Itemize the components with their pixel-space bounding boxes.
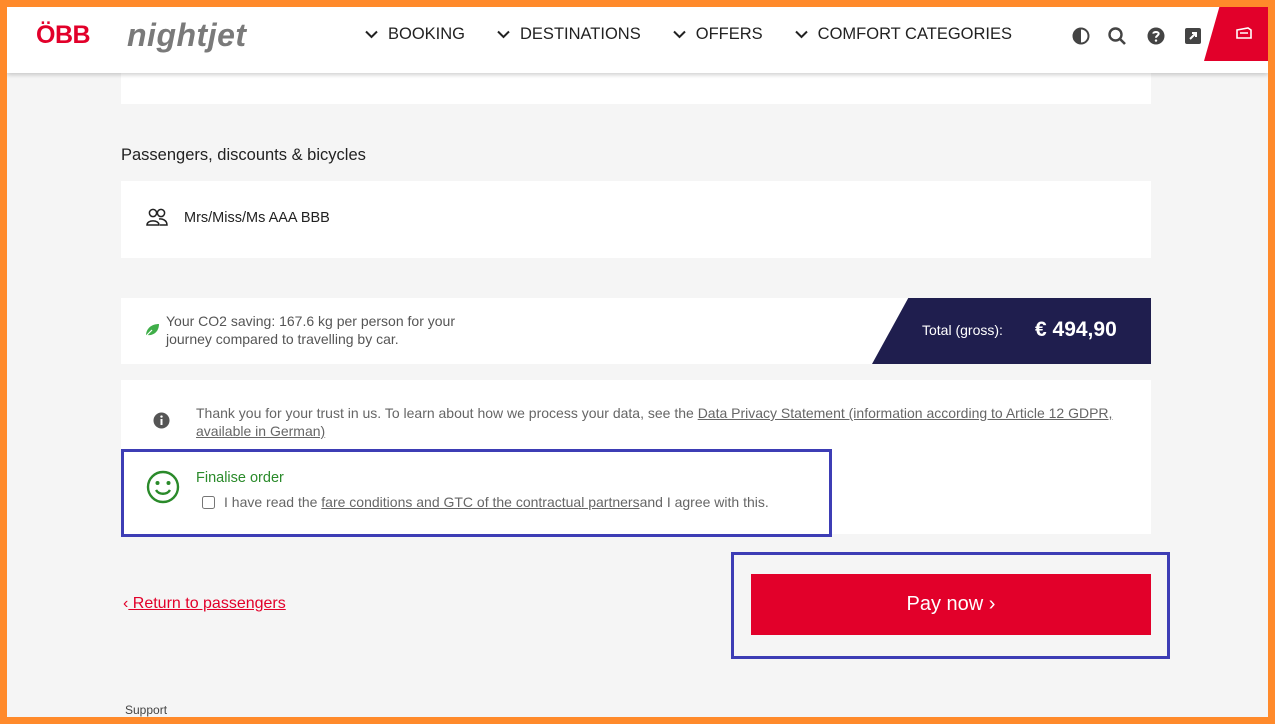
passengers-section-title: Passengers, discounts & bicycles <box>121 146 366 164</box>
passengers-icon <box>146 208 168 231</box>
ticket-tab[interactable] <box>1204 7 1268 61</box>
finalise-order-highlight: Finalise order I have read the fare cond… <box>121 449 832 537</box>
nav-comfort-categories[interactable]: COMFORT CATEGORIES <box>794 25 1013 44</box>
top-header: ÖBB nightjet BOOKING DESTINATIONS OFFERS… <box>7 7 1268 73</box>
smiley-icon <box>146 470 180 509</box>
passenger-name: Mrs/Miss/Ms AAA BBB <box>184 210 330 226</box>
return-to-passengers-link[interactable]: ‹ Return to passengers <box>123 595 286 613</box>
contrast-icon[interactable] <box>1071 26 1093 48</box>
agree-row: I have read the fare conditions and GTC … <box>202 494 769 510</box>
total-box: Total (gross): € 494,90 <box>872 298 1151 364</box>
fare-conditions-link[interactable]: fare conditions and GTC of the contractu… <box>321 494 639 510</box>
nightjet-logo[interactable]: nightjet <box>127 17 247 54</box>
finalise-order-title: Finalise order <box>196 470 284 486</box>
chevron-down-icon <box>365 30 378 39</box>
privacy-text: Thank you for your trust in us. To learn… <box>196 404 1126 440</box>
leaf-icon <box>144 322 160 343</box>
summary-panel: Your CO2 saving: 167.6 kg per person for… <box>121 298 1151 364</box>
external-link-icon[interactable] <box>1183 26 1205 48</box>
previous-panel <box>121 73 1151 104</box>
chevron-down-icon <box>673 30 686 39</box>
nav-offers[interactable]: OFFERS <box>673 25 763 44</box>
chevron-down-icon <box>794 30 808 39</box>
nav-destinations-label: DESTINATIONS <box>520 25 641 43</box>
main-nav: BOOKING DESTINATIONS OFFERS COMFORT CATE… <box>365 25 1044 44</box>
support-footer-link[interactable]: Support <box>125 703 167 717</box>
nav-booking-label: BOOKING <box>388 25 466 43</box>
ticket-icon <box>1236 27 1252 39</box>
info-icon <box>153 412 170 434</box>
pay-now-button[interactable]: Pay now › <box>751 574 1151 635</box>
privacy-text-intro: Thank you for your trust in us. To learn… <box>196 405 698 421</box>
agree-text-after: and I agree with this. <box>639 494 769 510</box>
chevron-down-icon <box>497 30 510 39</box>
obb-logo[interactable]: ÖBB <box>36 21 91 50</box>
return-label: Return to passengers <box>128 595 286 612</box>
nav-comfort-label: COMFORT CATEGORIES <box>817 25 1013 43</box>
passenger-panel: Mrs/Miss/Ms AAA BBB <box>121 181 1151 258</box>
app-frame: ÖBB nightjet BOOKING DESTINATIONS OFFERS… <box>7 7 1268 717</box>
nav-offers-label: OFFERS <box>695 25 763 43</box>
co2-saving-text: Your CO2 saving: 167.6 kg per person for… <box>166 313 455 347</box>
total-label: Total (gross): <box>922 322 1003 338</box>
total-value: € 494,90 <box>1035 318 1117 341</box>
search-icon[interactable] <box>1107 26 1129 48</box>
nav-destinations[interactable]: DESTINATIONS <box>497 25 641 44</box>
agree-text-before: I have read the <box>224 494 318 510</box>
nav-booking[interactable]: BOOKING <box>365 25 465 44</box>
agree-checkbox[interactable] <box>202 495 215 509</box>
help-icon[interactable] <box>1146 26 1168 48</box>
